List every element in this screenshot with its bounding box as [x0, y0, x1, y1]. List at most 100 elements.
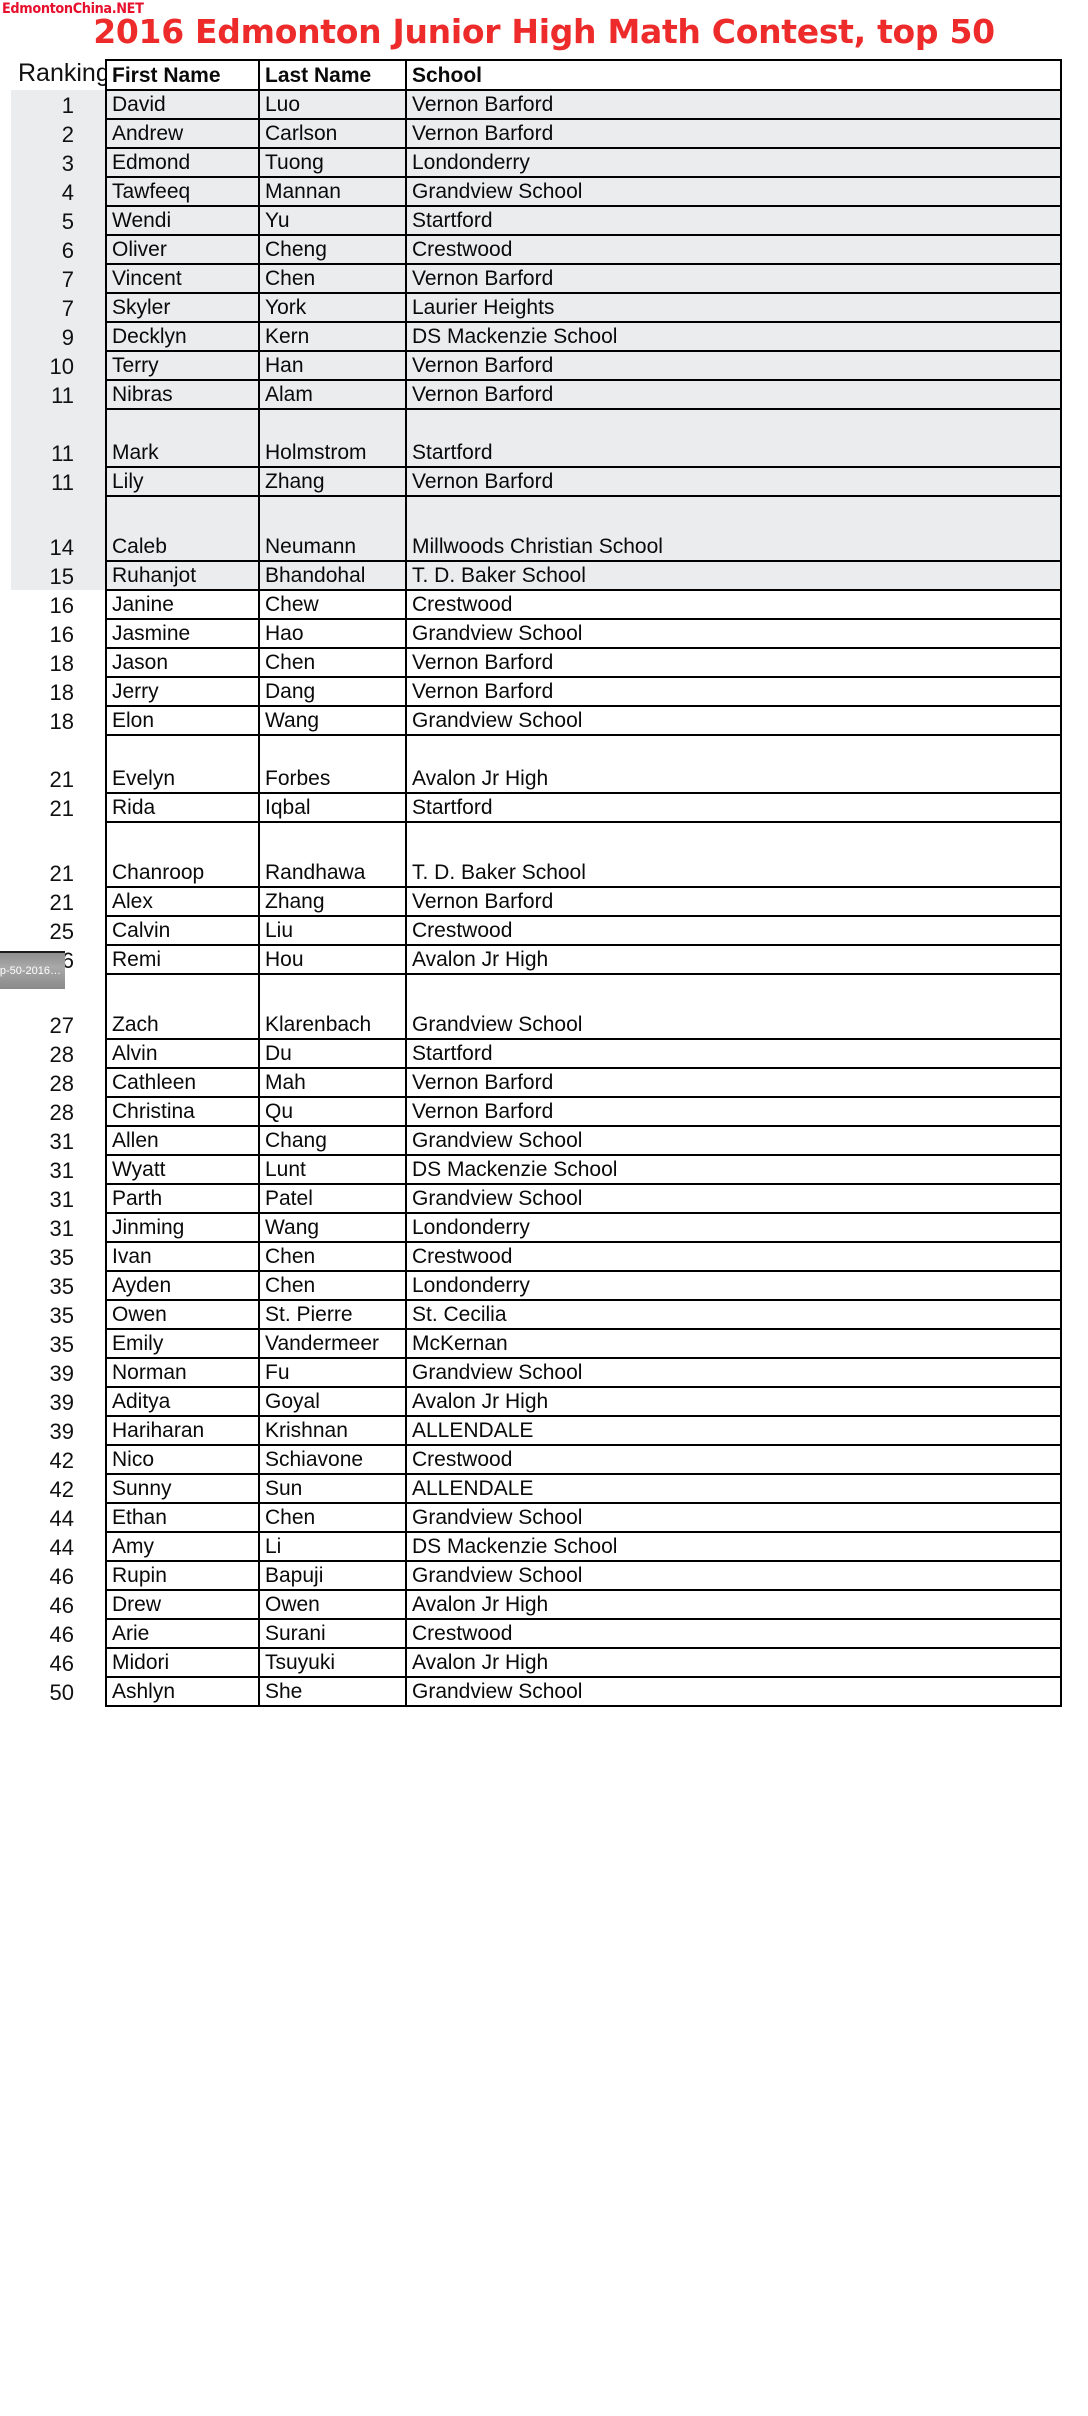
- cell-school[interactable]: Grandview School: [405, 1502, 1062, 1533]
- cell-last[interactable]: Neumann: [258, 495, 407, 562]
- cell-first[interactable]: Ashlyn: [105, 1676, 260, 1707]
- cell-last[interactable]: Wang: [258, 705, 407, 736]
- cell-first[interactable]: Edmond: [105, 147, 260, 178]
- table-row[interactable]: Cathleen Mah Vernon Barford: [105, 1067, 1062, 1098]
- table-row[interactable]: Evelyn Forbes Avalon Jr High: [105, 734, 1062, 794]
- table-row[interactable]: Arie Surani Crestwood: [105, 1618, 1062, 1649]
- table-row[interactable]: Terry Han Vernon Barford: [105, 350, 1062, 381]
- table-row[interactable]: Tawfeeq Mannan Grandview School: [105, 176, 1062, 207]
- cell-last[interactable]: Owen: [258, 1589, 407, 1620]
- cell-school[interactable]: Londonderry: [405, 1212, 1062, 1243]
- cell-first[interactable]: Aditya: [105, 1386, 260, 1417]
- table-row[interactable]: Ayden Chen Londonderry: [105, 1270, 1062, 1301]
- cell-first[interactable]: Oliver: [105, 234, 260, 265]
- cell-last[interactable]: Tuong: [258, 147, 407, 178]
- cell-school[interactable]: Vernon Barford: [405, 647, 1062, 678]
- table-row[interactable]: Nico Schiavone Crestwood: [105, 1444, 1062, 1475]
- table-row[interactable]: Parth Patel Grandview School: [105, 1183, 1062, 1214]
- cell-school[interactable]: McKernan: [405, 1328, 1062, 1359]
- cell-last[interactable]: Wang: [258, 1212, 407, 1243]
- cell-school[interactable]: Startford: [405, 205, 1062, 236]
- cell-first[interactable]: Zach: [105, 973, 260, 1040]
- cell-last[interactable]: Alam: [258, 379, 407, 410]
- cell-first[interactable]: Elon: [105, 705, 260, 736]
- table-row[interactable]: Allen Chang Grandview School: [105, 1125, 1062, 1156]
- cell-last[interactable]: Carlson: [258, 118, 407, 149]
- cell-school[interactable]: Crestwood: [405, 915, 1062, 946]
- cell-school[interactable]: Avalon Jr High: [405, 1647, 1062, 1678]
- table-row[interactable]: Elon Wang Grandview School: [105, 705, 1062, 736]
- table-row[interactable]: Rupin Bapuji Grandview School: [105, 1560, 1062, 1591]
- cell-first[interactable]: Alex: [105, 886, 260, 917]
- cell-last[interactable]: Chang: [258, 1125, 407, 1156]
- cell-school[interactable]: T. D. Baker School: [405, 821, 1062, 888]
- cell-last[interactable]: Lunt: [258, 1154, 407, 1185]
- cell-last[interactable]: Sun: [258, 1473, 407, 1504]
- table-row[interactable]: Ivan Chen Crestwood: [105, 1241, 1062, 1272]
- cell-first[interactable]: Nibras: [105, 379, 260, 410]
- table-row[interactable]: Drew Owen Avalon Jr High: [105, 1589, 1062, 1620]
- cell-first[interactable]: Jasmine: [105, 618, 260, 649]
- cell-school[interactable]: Startford: [405, 408, 1062, 468]
- cell-last[interactable]: Patel: [258, 1183, 407, 1214]
- table-row[interactable]: Wendi Yu Startford: [105, 205, 1062, 236]
- table-row[interactable]: Andrew Carlson Vernon Barford: [105, 118, 1062, 149]
- cell-first[interactable]: Andrew: [105, 118, 260, 149]
- cell-first[interactable]: Lily: [105, 466, 260, 497]
- cell-last[interactable]: Forbes: [258, 734, 407, 794]
- table-row[interactable]: Wyatt Lunt DS Mackenzie School: [105, 1154, 1062, 1185]
- cell-first[interactable]: Skyler: [105, 292, 260, 323]
- table-row[interactable]: Alvin Du Startford: [105, 1038, 1062, 1069]
- cell-school[interactable]: ALLENDALE: [405, 1473, 1062, 1504]
- cell-school[interactable]: Vernon Barford: [405, 118, 1062, 149]
- table-row[interactable]: Ashlyn She Grandview School: [105, 1676, 1062, 1707]
- table-row[interactable]: Emily Vandermeer McKernan: [105, 1328, 1062, 1359]
- cell-school[interactable]: Vernon Barford: [405, 379, 1062, 410]
- table-row[interactable]: Nibras Alam Vernon Barford: [105, 379, 1062, 410]
- table-row[interactable]: Ethan Chen Grandview School: [105, 1502, 1062, 1533]
- cell-last[interactable]: Zhang: [258, 886, 407, 917]
- cell-school[interactable]: Vernon Barford: [405, 886, 1062, 917]
- cell-first[interactable]: Rupin: [105, 1560, 260, 1591]
- cell-first[interactable]: Norman: [105, 1357, 260, 1388]
- cell-last[interactable]: Chen: [258, 263, 407, 294]
- cell-last[interactable]: Luo: [258, 89, 407, 120]
- column-header-first-name[interactable]: First Name: [105, 59, 260, 91]
- cell-last[interactable]: Qu: [258, 1096, 407, 1127]
- table-row[interactable]: Aditya Goyal Avalon Jr High: [105, 1386, 1062, 1417]
- cell-first[interactable]: Jerry: [105, 676, 260, 707]
- cell-last[interactable]: Chen: [258, 647, 407, 678]
- cell-first[interactable]: Nico: [105, 1444, 260, 1475]
- table-row[interactable]: Vincent Chen Vernon Barford: [105, 263, 1062, 294]
- cell-school[interactable]: T. D. Baker School: [405, 560, 1062, 591]
- cell-first[interactable]: Calvin: [105, 915, 260, 946]
- cell-school[interactable]: Crestwood: [405, 234, 1062, 265]
- table-row[interactable]: Hariharan Krishnan ALLENDALE: [105, 1415, 1062, 1446]
- cell-school[interactable]: Crestwood: [405, 1618, 1062, 1649]
- cell-school[interactable]: Londonderry: [405, 1270, 1062, 1301]
- cell-first[interactable]: Evelyn: [105, 734, 260, 794]
- cell-school[interactable]: Grandview School: [405, 176, 1062, 207]
- cell-first[interactable]: Amy: [105, 1531, 260, 1562]
- table-row[interactable]: Midori Tsuyuki Avalon Jr High: [105, 1647, 1062, 1678]
- cell-last[interactable]: Surani: [258, 1618, 407, 1649]
- cell-first[interactable]: Janine: [105, 589, 260, 620]
- column-header-school[interactable]: School: [405, 59, 1062, 91]
- cell-school[interactable]: Londonderry: [405, 147, 1062, 178]
- cell-last[interactable]: Kern: [258, 321, 407, 352]
- cell-first[interactable]: David: [105, 89, 260, 120]
- cell-school[interactable]: Grandview School: [405, 1183, 1062, 1214]
- cell-first[interactable]: Wyatt: [105, 1154, 260, 1185]
- cell-last[interactable]: Han: [258, 350, 407, 381]
- cell-school[interactable]: Crestwood: [405, 1241, 1062, 1272]
- cell-school[interactable]: Vernon Barford: [405, 263, 1062, 294]
- cell-school[interactable]: Grandview School: [405, 705, 1062, 736]
- cell-first[interactable]: Wendi: [105, 205, 260, 236]
- cell-last[interactable]: Liu: [258, 915, 407, 946]
- cell-first[interactable]: Remi: [105, 944, 260, 975]
- cell-school[interactable]: Grandview School: [405, 973, 1062, 1040]
- cell-last[interactable]: Du: [258, 1038, 407, 1069]
- table-row[interactable]: Norman Fu Grandview School: [105, 1357, 1062, 1388]
- cell-school[interactable]: Avalon Jr High: [405, 944, 1062, 975]
- table-row[interactable]: Rida Iqbal Startford: [105, 792, 1062, 823]
